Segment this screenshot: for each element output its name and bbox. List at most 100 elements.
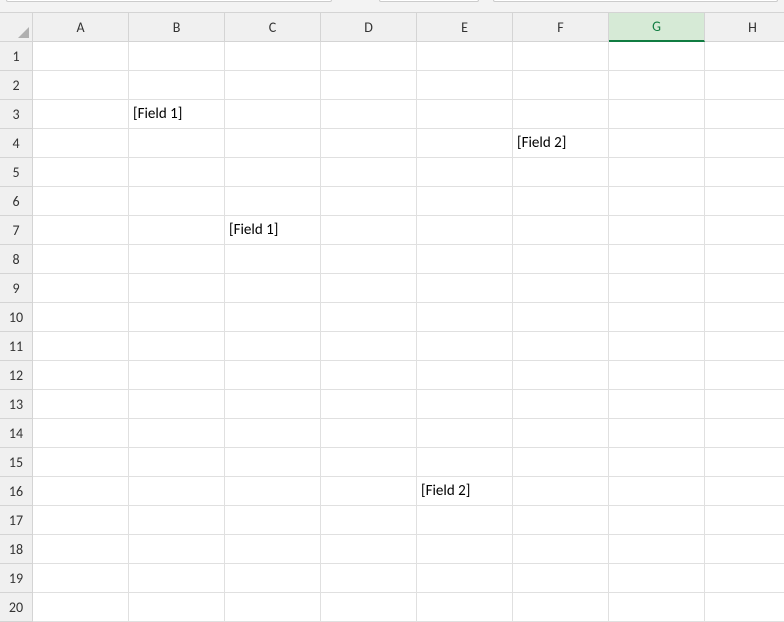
cell-C5[interactable] bbox=[225, 158, 321, 187]
cell-A12[interactable] bbox=[33, 361, 129, 390]
cell-G1[interactable] bbox=[609, 42, 705, 71]
cell-A2[interactable] bbox=[33, 71, 129, 100]
cell-H13[interactable] bbox=[705, 390, 784, 419]
column-header-F[interactable]: F bbox=[513, 13, 609, 42]
cell-F7[interactable] bbox=[513, 216, 609, 245]
cell-A3[interactable] bbox=[33, 100, 129, 129]
column-header-B[interactable]: B bbox=[129, 13, 225, 42]
cell-E8[interactable] bbox=[417, 245, 513, 274]
spreadsheet-grid[interactable]: ABCDEFGH123[Field 1]4[Field 2]567[Field … bbox=[0, 12, 784, 622]
cell-D18[interactable] bbox=[321, 535, 417, 564]
cell-D6[interactable] bbox=[321, 187, 417, 216]
cell-H3[interactable] bbox=[705, 100, 784, 129]
cell-B17[interactable] bbox=[129, 506, 225, 535]
cell-G15[interactable] bbox=[609, 448, 705, 477]
select-all-corner[interactable] bbox=[0, 13, 33, 42]
cell-H20[interactable] bbox=[705, 593, 784, 622]
row-header-12[interactable]: 12 bbox=[0, 361, 33, 390]
cell-C19[interactable] bbox=[225, 564, 321, 593]
cell-C6[interactable] bbox=[225, 187, 321, 216]
column-header-H[interactable]: H bbox=[705, 13, 784, 42]
formula-fragment-1[interactable] bbox=[379, 0, 479, 2]
cell-G3[interactable] bbox=[609, 100, 705, 129]
row-header-5[interactable]: 5 bbox=[0, 158, 33, 187]
cell-D17[interactable] bbox=[321, 506, 417, 535]
cell-G2[interactable] bbox=[609, 71, 705, 100]
cell-B18[interactable] bbox=[129, 535, 225, 564]
cell-B14[interactable] bbox=[129, 419, 225, 448]
row-header-19[interactable]: 19 bbox=[0, 564, 33, 593]
cell-E11[interactable] bbox=[417, 332, 513, 361]
cell-E15[interactable] bbox=[417, 448, 513, 477]
cell-G11[interactable] bbox=[609, 332, 705, 361]
cell-E16[interactable]: [Field 2] bbox=[417, 477, 513, 506]
cell-E2[interactable] bbox=[417, 71, 513, 100]
cell-A10[interactable] bbox=[33, 303, 129, 332]
cell-D20[interactable] bbox=[321, 593, 417, 622]
cell-H8[interactable] bbox=[705, 245, 784, 274]
cell-D7[interactable] bbox=[321, 216, 417, 245]
cell-E12[interactable] bbox=[417, 361, 513, 390]
cell-G19[interactable] bbox=[609, 564, 705, 593]
row-header-10[interactable]: 10 bbox=[0, 303, 33, 332]
cell-D1[interactable] bbox=[321, 42, 417, 71]
cell-F9[interactable] bbox=[513, 274, 609, 303]
cell-H15[interactable] bbox=[705, 448, 784, 477]
cell-B6[interactable] bbox=[129, 187, 225, 216]
cell-D5[interactable] bbox=[321, 158, 417, 187]
cell-H1[interactable] bbox=[705, 42, 784, 71]
cell-G20[interactable] bbox=[609, 593, 705, 622]
cell-C15[interactable] bbox=[225, 448, 321, 477]
cell-E9[interactable] bbox=[417, 274, 513, 303]
cell-D19[interactable] bbox=[321, 564, 417, 593]
cell-A6[interactable] bbox=[33, 187, 129, 216]
cell-C8[interactable] bbox=[225, 245, 321, 274]
cell-G8[interactable] bbox=[609, 245, 705, 274]
cell-F11[interactable] bbox=[513, 332, 609, 361]
cell-G18[interactable] bbox=[609, 535, 705, 564]
cell-F4[interactable]: [Field 2] bbox=[513, 129, 609, 158]
column-header-E[interactable]: E bbox=[417, 13, 513, 42]
cell-A8[interactable] bbox=[33, 245, 129, 274]
column-header-C[interactable]: C bbox=[225, 13, 321, 42]
cell-E13[interactable] bbox=[417, 390, 513, 419]
cell-F5[interactable] bbox=[513, 158, 609, 187]
cell-A19[interactable] bbox=[33, 564, 129, 593]
row-header-1[interactable]: 1 bbox=[0, 42, 33, 71]
cell-G12[interactable] bbox=[609, 361, 705, 390]
cell-B12[interactable] bbox=[129, 361, 225, 390]
cell-D2[interactable] bbox=[321, 71, 417, 100]
cell-A1[interactable] bbox=[33, 42, 129, 71]
cell-F1[interactable] bbox=[513, 42, 609, 71]
cell-D9[interactable] bbox=[321, 274, 417, 303]
cell-H16[interactable] bbox=[705, 477, 784, 506]
cell-E18[interactable] bbox=[417, 535, 513, 564]
cell-F12[interactable] bbox=[513, 361, 609, 390]
cell-H14[interactable] bbox=[705, 419, 784, 448]
cell-D3[interactable] bbox=[321, 100, 417, 129]
cell-B7[interactable] bbox=[129, 216, 225, 245]
cell-E7[interactable] bbox=[417, 216, 513, 245]
cell-E20[interactable] bbox=[417, 593, 513, 622]
cell-G17[interactable] bbox=[609, 506, 705, 535]
cell-H11[interactable] bbox=[705, 332, 784, 361]
cell-B4[interactable] bbox=[129, 129, 225, 158]
cell-A15[interactable] bbox=[33, 448, 129, 477]
cell-E19[interactable] bbox=[417, 564, 513, 593]
cell-G16[interactable] bbox=[609, 477, 705, 506]
cell-D4[interactable] bbox=[321, 129, 417, 158]
cell-F19[interactable] bbox=[513, 564, 609, 593]
cell-C11[interactable] bbox=[225, 332, 321, 361]
cell-E5[interactable] bbox=[417, 158, 513, 187]
cell-G13[interactable] bbox=[609, 390, 705, 419]
cell-C3[interactable] bbox=[225, 100, 321, 129]
cell-C4[interactable] bbox=[225, 129, 321, 158]
row-header-17[interactable]: 17 bbox=[0, 506, 33, 535]
cell-D11[interactable] bbox=[321, 332, 417, 361]
cell-E14[interactable] bbox=[417, 419, 513, 448]
cell-F13[interactable] bbox=[513, 390, 609, 419]
row-header-2[interactable]: 2 bbox=[0, 71, 33, 100]
cell-B13[interactable] bbox=[129, 390, 225, 419]
cell-F20[interactable] bbox=[513, 593, 609, 622]
row-header-6[interactable]: 6 bbox=[0, 187, 33, 216]
